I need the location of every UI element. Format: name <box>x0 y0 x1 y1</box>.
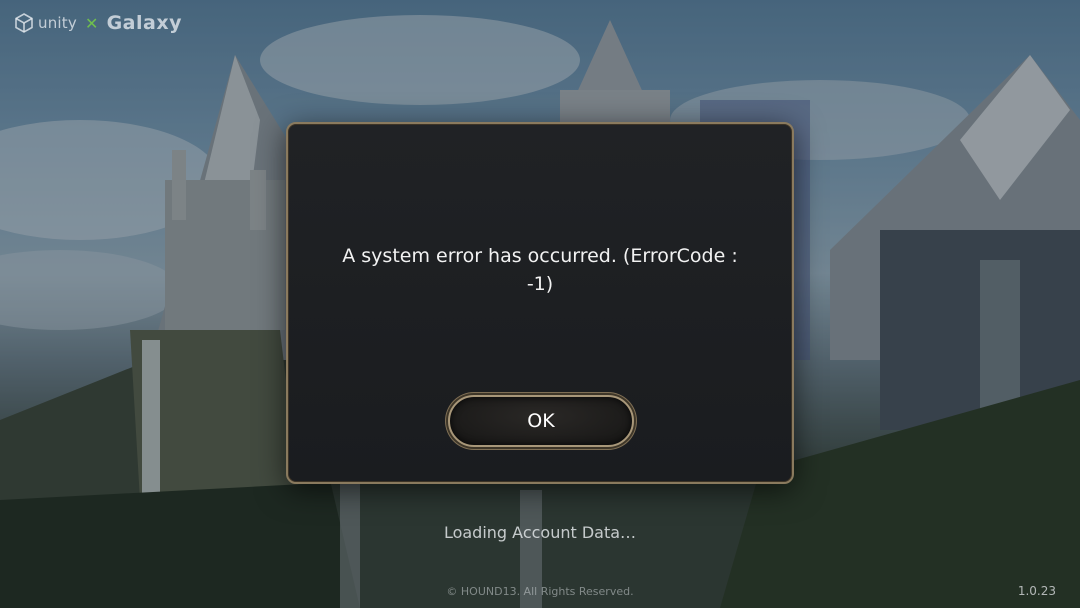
collab-x-icon: ✕ <box>84 13 99 33</box>
loading-status: Loading Account Data… <box>443 523 637 542</box>
unity-logo-text: unity <box>38 14 77 32</box>
copyright-notice: © HOUND13. All Rights Reserved. <box>446 585 634 598</box>
galaxy-logo-text: Galaxy <box>106 12 182 34</box>
unity-cube-icon <box>15 13 33 33</box>
ok-button[interactable]: OK <box>448 395 634 447</box>
error-message-line-1: A system error has occurred. (ErrorCode … <box>342 245 738 267</box>
ok-button-label: OK <box>527 410 555 432</box>
error-message: A system error has occurred. (ErrorCode … <box>318 242 762 298</box>
game-screen: unity ✕ Galaxy A system error has occurr… <box>0 0 1080 608</box>
error-message-line-2: -1) <box>526 273 554 295</box>
publisher-logo: unity ✕ Galaxy <box>14 12 182 34</box>
version-label: 1.0.23 <box>1017 584 1056 598</box>
error-dialog: A system error has occurred. (ErrorCode … <box>286 122 794 484</box>
